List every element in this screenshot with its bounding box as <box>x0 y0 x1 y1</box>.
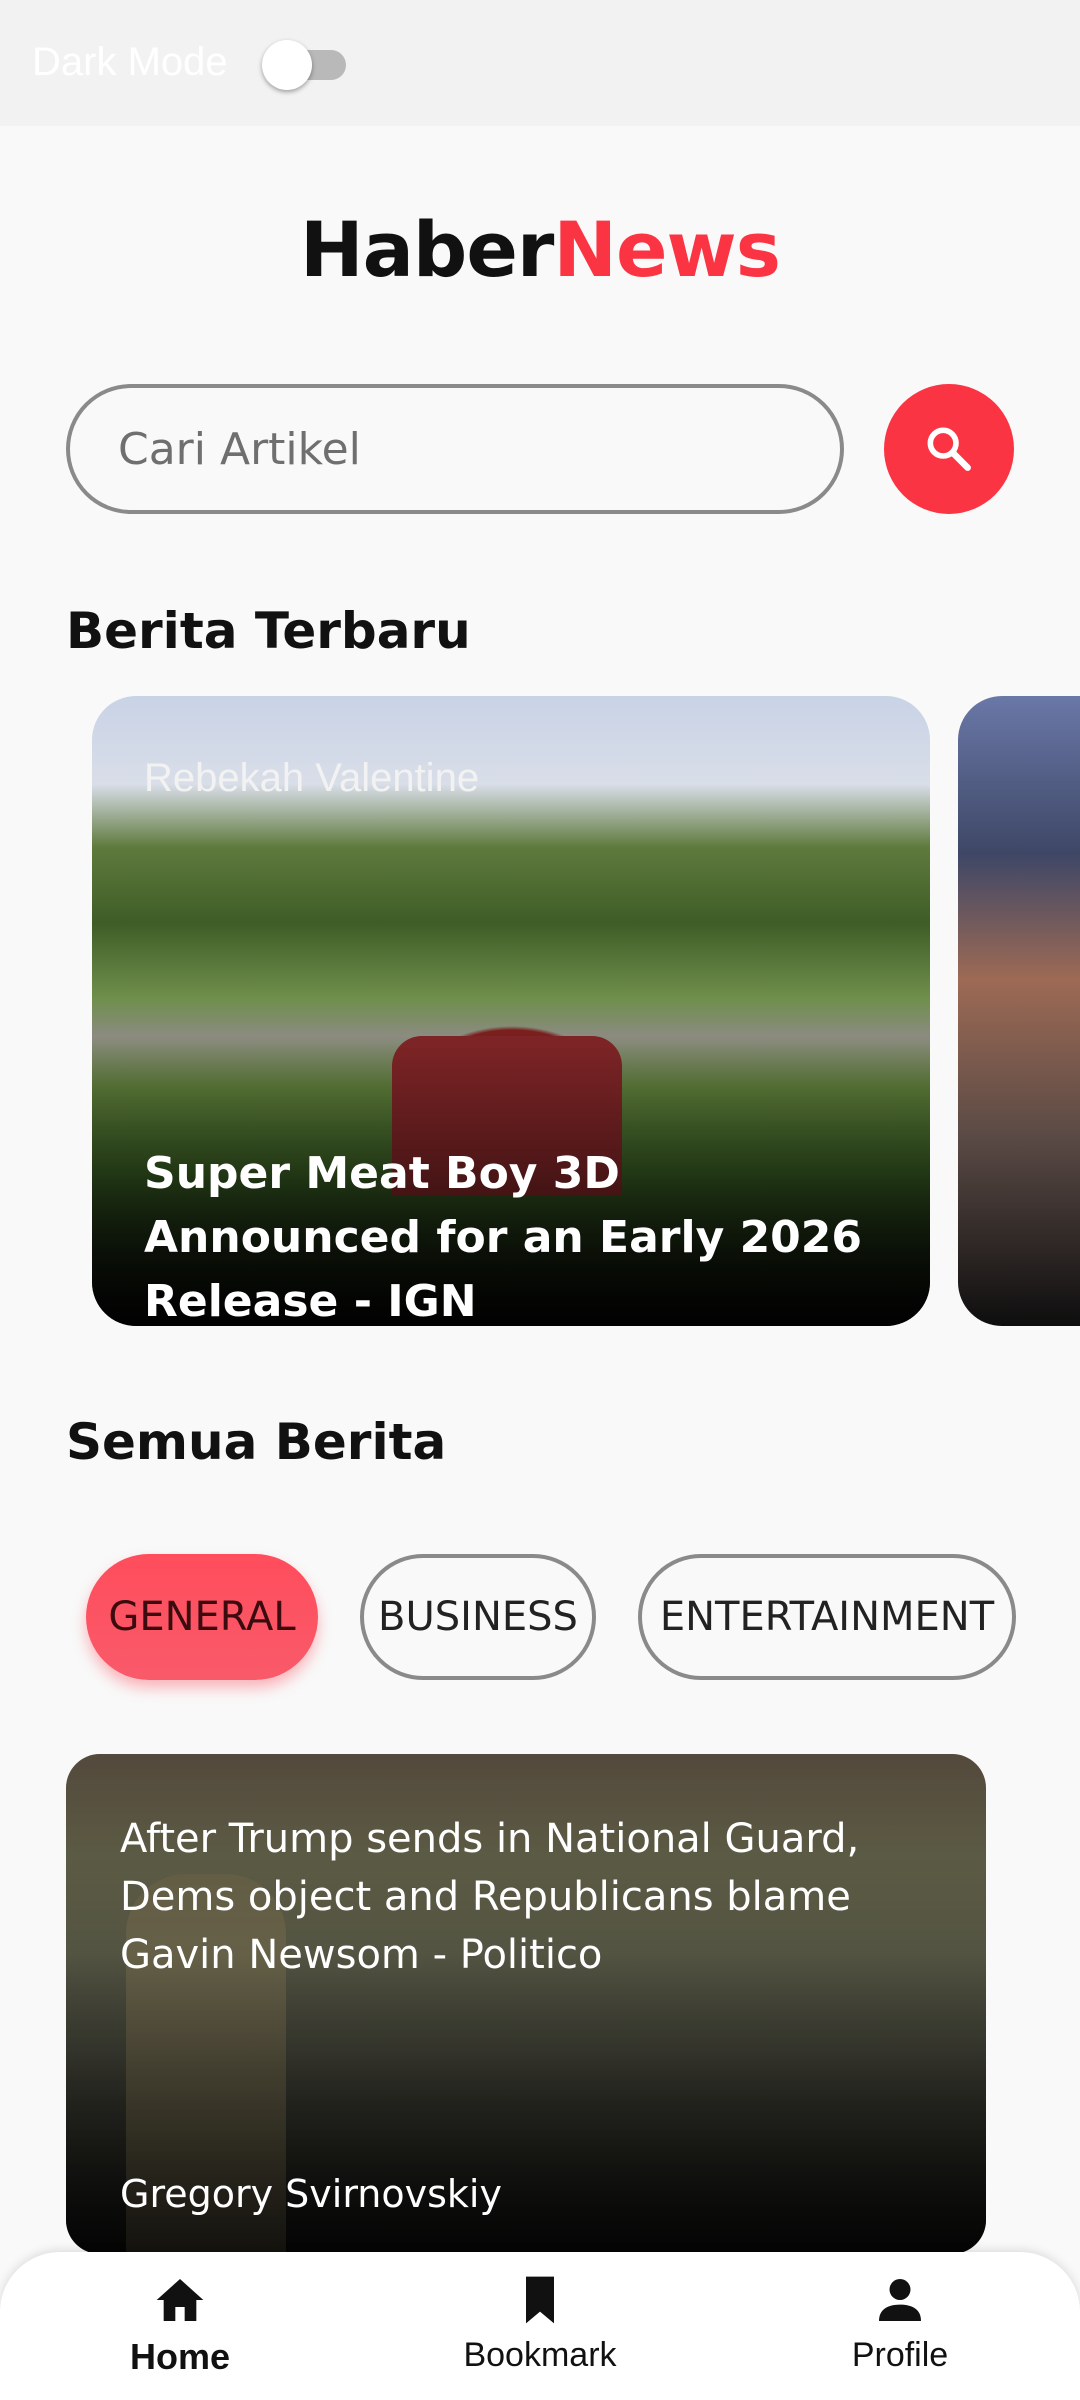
category-chip-entertainment[interactable]: ENTERTAINMENT <box>638 1554 1016 1680</box>
headline-author: Rebekah Valentine <box>144 756 480 800</box>
search-icon <box>927 427 971 471</box>
category-chips: GENERAL BUSINESS ENTERTAINMENT <box>0 1554 1080 1684</box>
bottom-navigation: Home Bookmark Profile <box>0 2252 1080 2400</box>
nav-bookmark[interactable]: Bookmark <box>430 2272 650 2392</box>
headline-image-next <box>958 696 1080 1326</box>
nav-home[interactable]: Home <box>70 2272 290 2392</box>
logo-part-1: Haber <box>300 205 554 294</box>
category-chip-business[interactable]: BUSINESS <box>360 1554 596 1680</box>
news-article-card[interactable]: After Trump sends in National Guard, Dem… <box>66 1754 986 2254</box>
dark-mode-toggle[interactable] <box>262 38 350 90</box>
toggle-thumb <box>262 40 312 90</box>
category-chip-general[interactable]: GENERAL <box>86 1554 318 1680</box>
nav-profile[interactable]: Profile <box>790 2272 1010 2392</box>
nav-bookmark-label: Bookmark <box>463 2336 617 2374</box>
latest-news-heading: Berita Terbaru <box>66 602 471 660</box>
top-bar: Dark Mode <box>0 0 1080 126</box>
news-article-author: Gregory Svirnovskiy <box>120 2172 502 2216</box>
dark-mode-label: Dark Mode <box>32 40 228 84</box>
person-icon <box>879 2279 921 2321</box>
logo-part-2: News <box>553 205 781 294</box>
search-input[interactable] <box>118 388 798 510</box>
headline-card[interactable]: Rebekah Valentine Super Meat Boy 3D Anno… <box>92 696 930 1326</box>
nav-profile-label: Profile <box>851 2336 949 2374</box>
app-logo: HaberNews <box>0 205 1080 294</box>
home-icon <box>156 2279 204 2321</box>
all-news-heading: Semua Berita <box>66 1413 447 1471</box>
headline-title: Super Meat Boy 3D Announced for an Early… <box>144 1148 863 1326</box>
nav-home-label: Home <box>129 2336 231 2377</box>
search-button[interactable] <box>884 384 1014 514</box>
news-article-title: After Trump sends in National Guard, Dem… <box>120 1816 860 1978</box>
headline-card-next[interactable] <box>958 696 1080 1326</box>
bookmark-icon <box>526 2276 554 2324</box>
search-field[interactable] <box>66 384 844 514</box>
